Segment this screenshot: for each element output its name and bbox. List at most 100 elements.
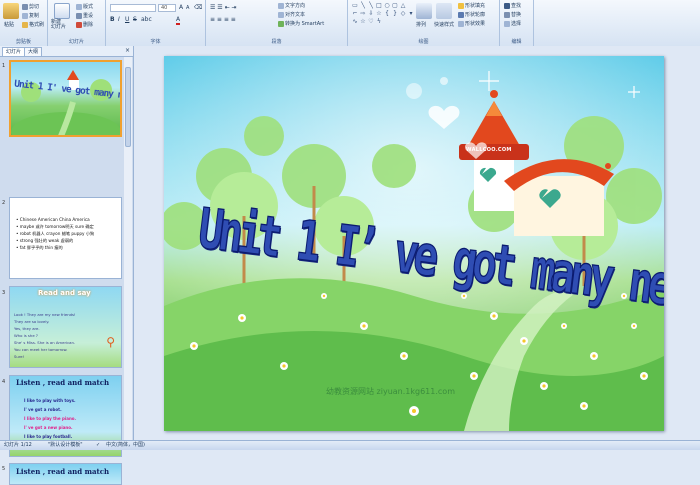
cut-button[interactable]: 剪切	[22, 3, 39, 10]
textbox-shape-icon[interactable]: ▭	[351, 2, 359, 9]
text-direction-label: 文字方向	[285, 3, 306, 9]
font-name-box[interactable]	[110, 4, 156, 12]
paragraph-group-label: 段落	[271, 39, 282, 45]
copy-button[interactable]: 复制	[22, 12, 39, 19]
slides-panel: 幻灯片 大纲 × 1 Unit 1 I' ve got many new fri…	[0, 46, 134, 485]
paragraph-group: ☰ ☰ ⇤ ⇥ ≡ ≡ ≡ ≡ 文字方向 对齐文本 转换为 SmartArt 段…	[206, 0, 348, 46]
underline-icon[interactable]: U	[125, 16, 129, 23]
strike-icon[interactable]: S	[133, 16, 137, 23]
thumb3-line: Yes, they are.	[14, 326, 40, 331]
thumb3-line: Sure!	[14, 354, 25, 359]
scissors-icon	[22, 3, 28, 10]
outline-icon	[458, 11, 464, 18]
new-slide-button[interactable]: 新建 幻灯片	[51, 20, 66, 30]
smartart-label: 转换为 SmartArt	[285, 21, 325, 27]
select-button[interactable]: 选择	[504, 20, 521, 27]
text-direction-button[interactable]: 文字方向	[278, 2, 305, 9]
thumb3-title: Read and say	[38, 289, 91, 297]
shape-outline-button[interactable]: 形状轮廓	[458, 11, 485, 18]
triangle-shape-icon[interactable]: △	[399, 2, 407, 9]
replace-button[interactable]: 替换	[504, 11, 521, 18]
find-button[interactable]: 查找	[504, 2, 521, 9]
callout-shape-icon[interactable]: ◇	[399, 10, 407, 17]
tab-slides[interactable]: 幻灯片	[2, 47, 26, 56]
font-size-box[interactable]: 40	[158, 4, 176, 12]
reset-button[interactable]: 重设	[76, 12, 93, 19]
slide-thumbnail-3[interactable]: Read and say Look ! They are my new frie…	[9, 286, 122, 368]
copy-label: 复制	[29, 13, 40, 19]
line-shape-icon[interactable]: ╲	[359, 2, 367, 9]
brace-shape-icon[interactable]: {	[383, 10, 391, 17]
panel-scrollbar[interactable]	[124, 57, 132, 440]
find-label: 查找	[511, 3, 522, 9]
italic-icon[interactable]: I	[118, 16, 120, 23]
select-label: 选择	[511, 21, 522, 27]
oval-shape-icon[interactable]: ○	[383, 2, 391, 9]
smartart-button[interactable]: 转换为 SmartArt	[278, 20, 324, 27]
slide-number-3: 3	[2, 290, 6, 296]
shape-fill-button[interactable]: 形状填充	[458, 2, 485, 9]
rect-shape-icon[interactable]: □	[375, 2, 383, 9]
panel-scroll-thumb[interactable]	[125, 67, 131, 147]
effects-icon	[458, 20, 464, 27]
bold-icon[interactable]: B	[110, 16, 115, 23]
font-group: 40 A A ⌫ B I U S abc A 字体	[106, 0, 206, 46]
arrange-icon[interactable]	[416, 3, 432, 19]
font-group-label: 字体	[150, 39, 161, 45]
line2-shape-icon[interactable]: ╲	[367, 2, 375, 9]
slide-number-2: 2	[2, 200, 6, 206]
arrow-shape-icon[interactable]: ⇨	[359, 10, 367, 17]
clear-format-icon[interactable]: ⌫	[194, 4, 202, 11]
smartart-icon	[278, 20, 284, 27]
thumb4-line: I' ve got a new piano.	[24, 425, 73, 430]
curve-shape-icon[interactable]: ∿	[351, 18, 359, 25]
reset-icon	[76, 12, 82, 19]
bolt-shape-icon[interactable]: ϟ	[375, 18, 383, 25]
quick-styles-icon[interactable]	[436, 3, 452, 19]
slide-thumbnail-1[interactable]: Unit 1 I' ve got many new friends	[9, 60, 122, 137]
layout-button[interactable]: 版式	[76, 3, 93, 10]
quick-styles-button[interactable]: 快速样式	[434, 21, 454, 28]
corner-shape-icon[interactable]: ⌐	[351, 10, 359, 17]
drawing-group: ▭ ╲ ╲ □ ○ ▢ △ ⌐ ⇨ ⇩ ☆ { } ◇ ∿ ☆ ♡ ϟ ▾ 排列…	[348, 0, 500, 46]
clipboard-group-label: 剪贴板	[15, 39, 31, 45]
reset-label: 重设	[83, 13, 94, 19]
current-slide[interactable]: WALLCOO.COM Unit 1 I’ ve got many new fr…	[164, 56, 664, 431]
paste-button[interactable]: 粘贴	[4, 21, 14, 28]
star-shape-icon[interactable]: ☆	[375, 10, 383, 17]
heart-shape-icon[interactable]: ♡	[367, 18, 375, 25]
binoculars-icon	[504, 2, 510, 9]
new-slide-icon[interactable]	[54, 3, 70, 19]
arrange-button[interactable]: 排列	[416, 21, 426, 28]
rounded-shape-icon[interactable]: ▢	[391, 2, 399, 9]
editing-group-label: 编辑	[511, 39, 522, 45]
shrink-font-icon[interactable]: A	[186, 5, 189, 11]
slide-thumbnail-5[interactable]: Listen , read and match	[9, 463, 122, 485]
more-shape-icon[interactable]: ☆	[359, 18, 367, 25]
paste-icon[interactable]	[3, 3, 19, 19]
layout-label: 版式	[83, 4, 94, 10]
tab-outline[interactable]: 大纲	[24, 47, 43, 56]
editing-group: 查找 替换 选择 编辑	[500, 0, 534, 46]
panel-tabs: 幻灯片 大纲 ×	[0, 46, 133, 57]
delete-button[interactable]: 删除	[76, 21, 93, 28]
align-text-button[interactable]: 对齐文本	[278, 11, 305, 18]
slide-thumbnail-2[interactable]: • Chinese American China America • maybe…	[9, 197, 122, 279]
slide-editor: WALLCOO.COM Unit 1 I’ ve got many new fr…	[134, 46, 700, 440]
font-color-icon[interactable]: A	[176, 16, 181, 25]
bullets-icon[interactable]: ☰ ☰ ⇤ ⇥	[210, 4, 237, 11]
grow-font-icon[interactable]: A	[179, 4, 183, 11]
shapes-more-icon[interactable]: ▾	[407, 10, 415, 17]
thumb4-line: I' ve got a robot.	[24, 407, 62, 412]
format-painter-button[interactable]: 格式刷	[22, 21, 44, 28]
shadow-icon[interactable]: abc	[141, 16, 152, 23]
align-text-icon	[278, 11, 284, 18]
align-icons[interactable]: ≡ ≡ ≡ ≡	[210, 16, 236, 23]
close-panel-icon[interactable]: ×	[125, 47, 130, 54]
arrow2-shape-icon[interactable]: ⇩	[367, 10, 375, 17]
shape-effects-button[interactable]: 形状效果	[458, 20, 485, 27]
format-label: 格式刷	[29, 22, 45, 28]
thumb2-line: • maybe 或许 tomorrow明天 sure 确定	[16, 224, 94, 229]
brace2-shape-icon[interactable]: }	[391, 10, 399, 17]
thumb3-line: Who is she ?	[14, 333, 38, 338]
